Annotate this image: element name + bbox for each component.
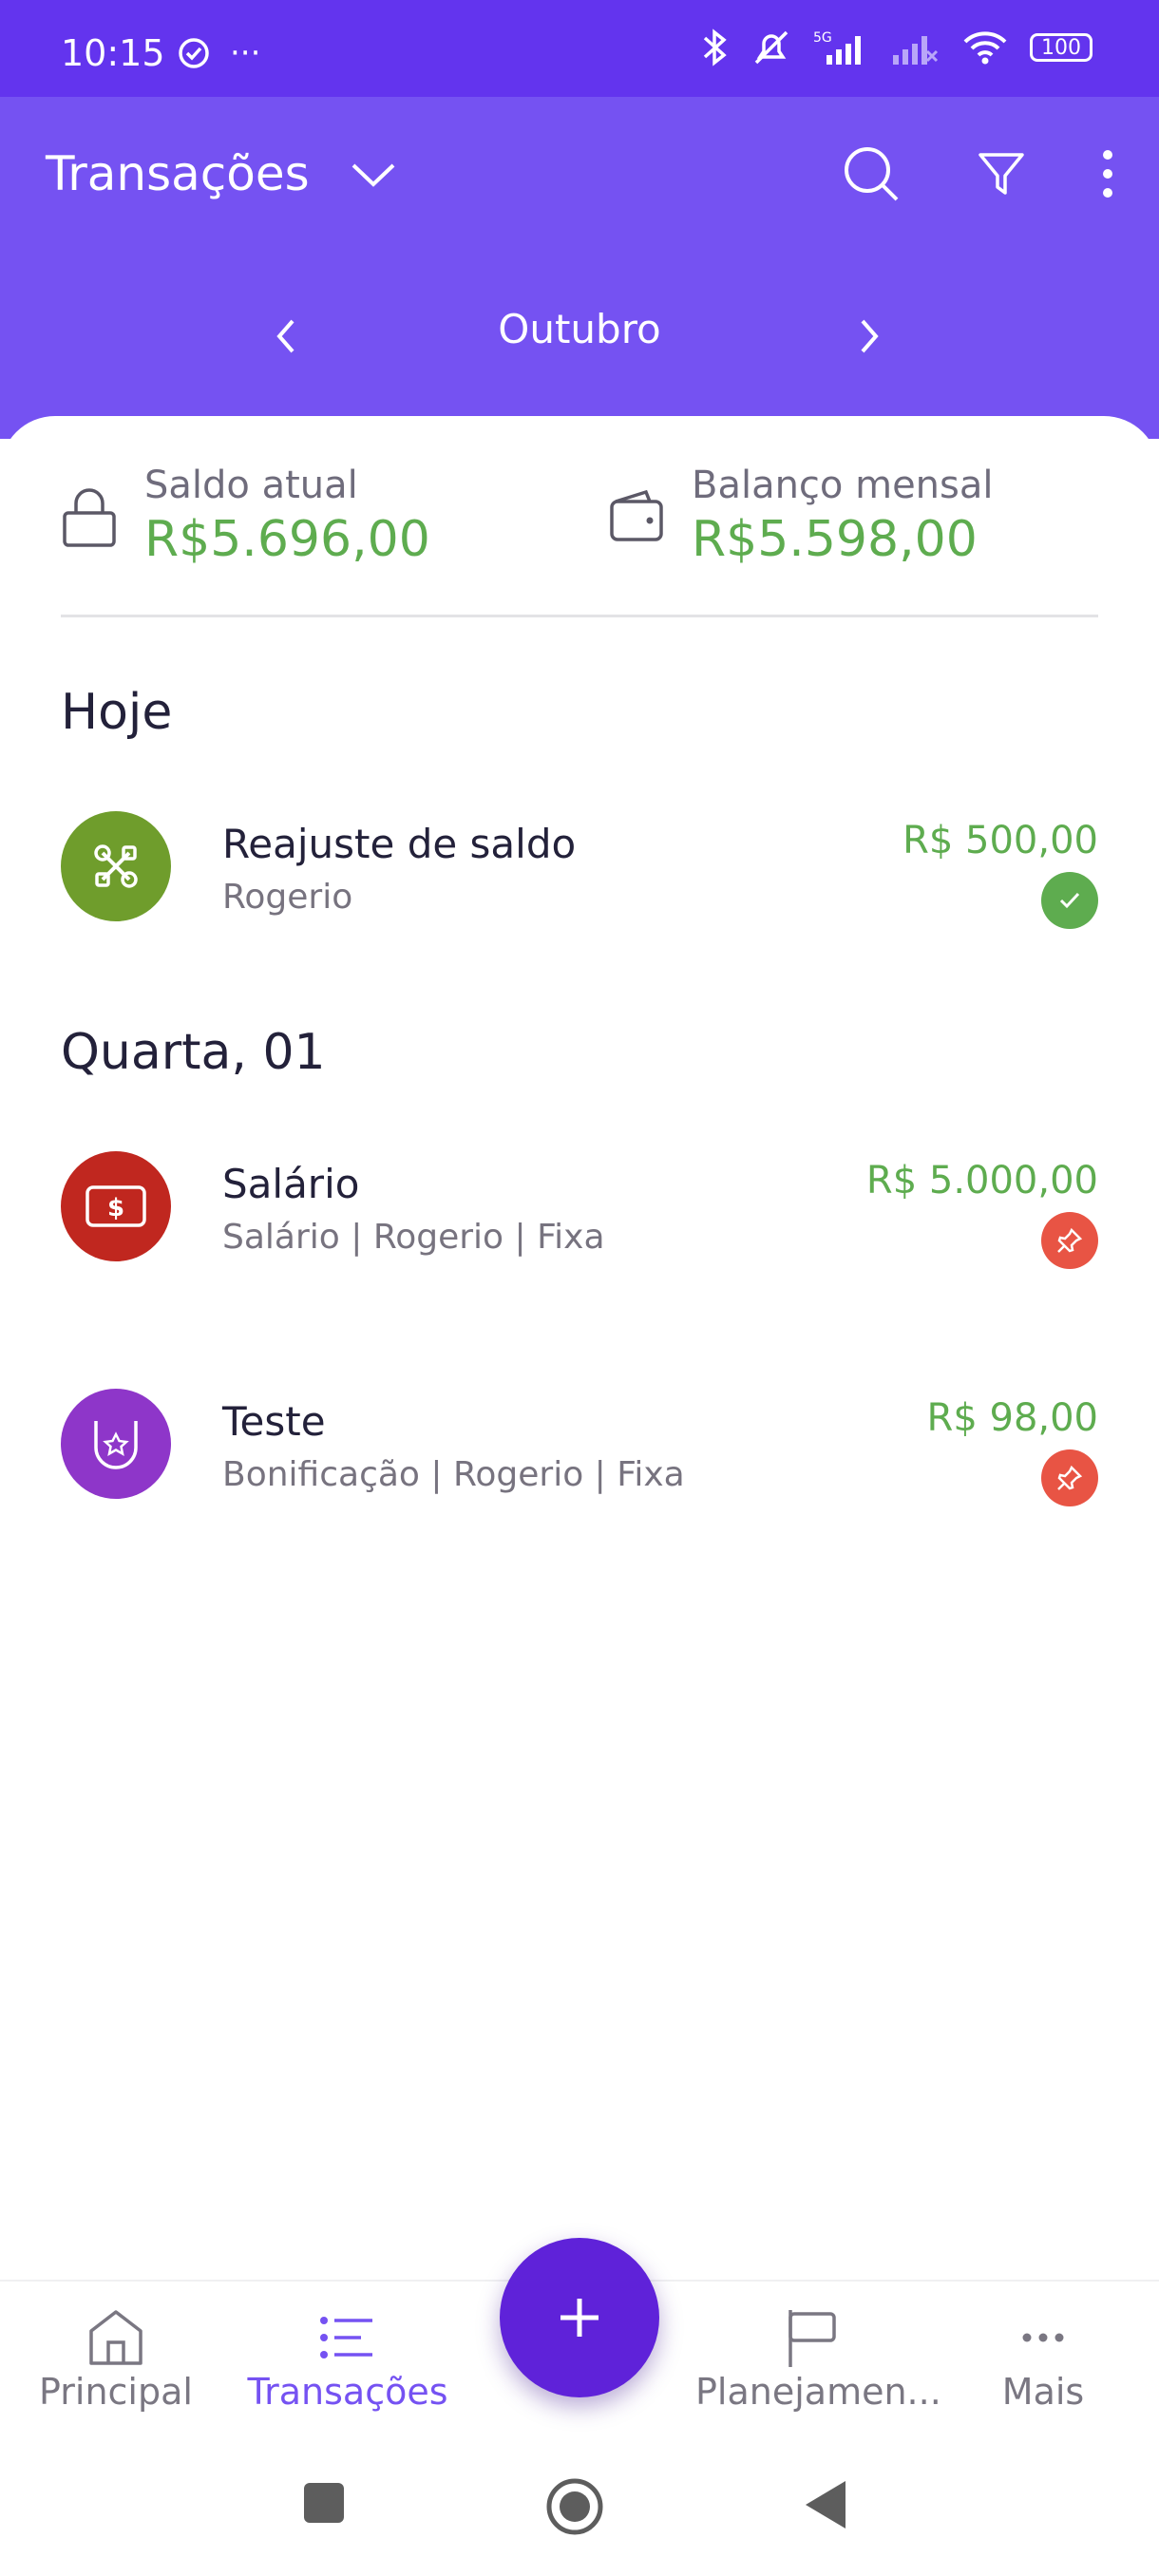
search-icon[interactable] — [842, 144, 901, 203]
home-icon — [89, 2310, 142, 2365]
divider — [61, 615, 1098, 617]
lock-icon — [63, 488, 116, 547]
transaction-title: Salário — [222, 1161, 360, 1207]
more-vert-icon[interactable] — [1102, 149, 1113, 199]
section-title-date: Quarta, 01 — [61, 1024, 326, 1081]
back-icon[interactable] — [804, 2479, 847, 2530]
nav-principal[interactable]: Principal — [0, 2304, 232, 2413]
transaction-amount: R$ 98,00 — [926, 1396, 1098, 1440]
status-time: 10:15 — [61, 32, 165, 74]
status-bar: 10:15 ··· 5G 100 — [0, 0, 1159, 97]
monthly-balance-label: Balanço mensal — [692, 464, 994, 507]
nav-transacoes[interactable]: Transações — [232, 2304, 464, 2413]
balance-summary: Saldo atual R$5.696,00 Balanço mensal R$… — [61, 464, 1098, 568]
add-transaction-button[interactable] — [500, 2238, 659, 2397]
transaction-row[interactable]: Reajuste de saldo Rogerio R$ 500,00 — [61, 811, 1098, 929]
nav-mais[interactable]: Mais — [927, 2304, 1159, 2413]
transaction-amount: R$ 500,00 — [902, 819, 1098, 862]
month-label: Outubro — [498, 306, 661, 352]
tools-icon — [61, 811, 171, 921]
more-icon — [1022, 2333, 1064, 2342]
month-selector: Outubro — [0, 296, 1159, 372]
money-icon: $ — [61, 1151, 171, 1261]
monthly-balance: Balanço mensal R$5.598,00 — [608, 464, 994, 568]
page-title: Transações — [46, 146, 310, 201]
current-balance-label: Saldo atual — [144, 464, 358, 507]
transaction-subtitle: Rogerio — [222, 878, 353, 917]
content-card: Saldo atual R$5.696,00 Balanço mensal R$… — [0, 416, 1159, 2280]
signal-off-icon — [893, 36, 939, 65]
chevron-right-icon[interactable] — [851, 308, 889, 365]
recents-icon[interactable] — [302, 2481, 346, 2525]
monthly-balance-value: R$5.598,00 — [692, 511, 978, 568]
current-balance: Saldo atual R$5.696,00 — [61, 464, 430, 568]
chevron-down-icon — [352, 163, 395, 187]
list-icon — [320, 2317, 372, 2358]
home-circle-icon[interactable] — [545, 2477, 604, 2536]
pin-icon[interactable] — [1041, 1449, 1098, 1506]
nav-planejamento[interactable]: Planejamen... — [695, 2304, 941, 2413]
wifi-icon — [963, 31, 1007, 65]
signal-5g-icon: 5G — [813, 30, 861, 65]
title-dropdown[interactable]: Transações — [46, 146, 399, 201]
transaction-title: Teste — [222, 1398, 326, 1445]
badge-star-icon — [61, 1389, 171, 1499]
transaction-subtitle: Bonificação | Rogerio | Fixa — [222, 1455, 685, 1494]
status-more-indicator: ··· — [230, 34, 261, 72]
bluetooth-icon — [703, 28, 727, 66]
filter-icon[interactable] — [977, 149, 1026, 199]
pin-icon[interactable] — [1041, 1212, 1098, 1269]
section-title-today: Hoje — [61, 684, 173, 741]
transaction-title: Reajuste de saldo — [222, 821, 577, 867]
nav-label: Transações — [247, 2371, 448, 2413]
transaction-row[interactable]: Teste Bonificação | Rogerio | Fixa R$ 98… — [61, 1389, 1098, 1506]
svg-text:5G: 5G — [813, 30, 832, 46]
wallet-icon — [610, 489, 663, 541]
nav-label: Mais — [1001, 2371, 1085, 2413]
transaction-row[interactable]: $ Salário Salário | Rogerio | Fixa R$ 5.… — [61, 1151, 1098, 1269]
nav-label: Planejamen... — [695, 2371, 941, 2413]
nav-label: Principal — [39, 2371, 193, 2413]
mute-icon — [754, 30, 788, 65]
app-header: Transações Outubro — [0, 97, 1159, 439]
svg-text:$: $ — [107, 1194, 124, 1222]
transaction-subtitle: Salário | Rogerio | Fixa — [222, 1218, 605, 1257]
flag-icon — [788, 2310, 836, 2367]
check-circle-icon — [179, 38, 209, 68]
plus-icon — [560, 2299, 598, 2337]
system-navigation — [0, 2443, 1159, 2576]
check-icon[interactable] — [1041, 872, 1098, 929]
transaction-amount: R$ 5.000,00 — [865, 1159, 1098, 1203]
battery-icon: 100 — [1030, 33, 1092, 62]
current-balance-value: R$5.696,00 — [144, 511, 430, 568]
